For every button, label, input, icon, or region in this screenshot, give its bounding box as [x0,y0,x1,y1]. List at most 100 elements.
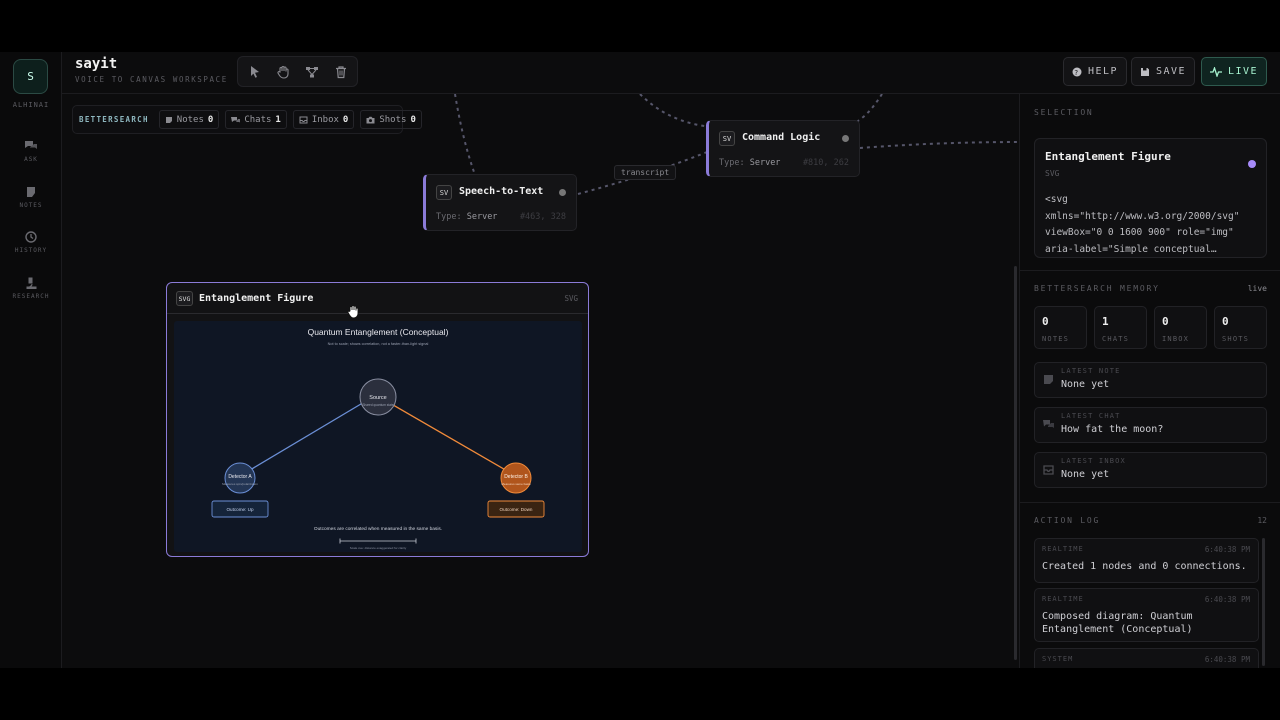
outcome-b-label: Outcome: Down [500,507,533,512]
rail-notes-button[interactable]: NOTES [0,186,62,209]
letterbox-bottom [0,668,1280,720]
log-entry: SYSTEM 6:40:38 PM [1034,648,1259,668]
help-button[interactable]: ? HELP [1063,57,1127,86]
chip-inbox[interactable]: Inbox 0 [292,110,355,129]
node-command-logic[interactable]: SV Command Logic Type: Server #810, 262 [706,120,860,177]
rail-research-label: RESEARCH [12,293,50,300]
live-button[interactable]: LIVE [1201,57,1267,86]
top-bar: sayit VOICE TO CANVAS WORKSPACE ? HELP S… [62,52,1280,94]
trash-icon[interactable] [334,65,348,79]
beam-b [380,397,517,477]
selection-status-dot [1248,160,1256,168]
stat-shots[interactable]: 0 SHOTS [1214,306,1267,349]
action-log-header: ACTION LOG [1034,516,1101,525]
org-name: ALHINAI [12,101,50,109]
latest-note[interactable]: LATEST NOTE None yet [1034,362,1267,398]
selection-card[interactable]: Entanglement Figure SVG <svg xmlns="http… [1034,138,1267,258]
latest-key: LATEST NOTE [1061,367,1121,375]
divider [1020,270,1280,271]
help-icon: ? [1072,67,1082,77]
latest-key: LATEST CHAT [1061,412,1121,420]
divider [1020,502,1280,503]
chip-chats[interactable]: Chats 1 [225,110,287,129]
hand-icon[interactable] [276,65,290,79]
right-sidebar: SELECTION Entanglement Figure SVG <svg x… [1019,94,1280,668]
chip-shots[interactable]: Shots 0 [360,110,422,129]
stat-inbox[interactable]: 0 INBOX [1154,306,1207,349]
node-type: Type: Server [436,212,497,222]
edge-label-transcript: transcript [614,165,677,180]
node-port[interactable] [842,135,849,142]
figure-title: Entanglement Figure [199,293,314,304]
stat-notes[interactable]: 0 NOTES [1034,306,1087,349]
selection-title: Entanglement Figure [1045,150,1171,163]
rail-ask-button[interactable]: ASK [0,140,62,163]
latest-chat[interactable]: LATEST CHAT How fat the moon? [1034,407,1267,443]
selection-header: SELECTION [1034,108,1094,117]
help-label: HELP [1087,66,1119,77]
canvas-scrollbar[interactable] [1014,266,1017,660]
rail-history-label: HISTORY [14,247,48,254]
log-text: Created 1 nodes and 0 connections. [1042,561,1247,572]
chip-notes-count: 0 [207,114,214,125]
latest-inbox[interactable]: LATEST INBOX None yet [1034,452,1267,488]
chip-chats-label: Chats [244,114,272,125]
log-entry: REALTIME 6:40:38 PM Created 1 nodes and … [1034,538,1259,583]
pointer-icon[interactable] [248,65,262,79]
node-type-value: Server [749,158,781,168]
selection-code-preview: <svg xmlns="http://www.w3.org/2000/svg" … [1045,194,1240,255]
chat-bubbles-icon [231,116,241,122]
inbox-icon [299,116,308,123]
memory-status: live [1247,284,1267,293]
live-label: LIVE [1227,66,1259,77]
node-coords: #810, 262 [802,158,849,168]
chip-notes[interactable]: Notes 0 [158,110,220,129]
log-time: 6:40:38 PM [1204,545,1250,554]
chip-shots-count: 0 [410,114,416,125]
save-button[interactable]: SAVE [1131,57,1195,86]
latest-value: How fat the moon? [1061,424,1164,435]
latest-key: LATEST INBOX [1061,457,1126,465]
stat-value: 0 [1162,315,1169,328]
detector-b-sublabel: Measures same basis [501,482,531,486]
note-icon [165,116,172,123]
node-port[interactable] [559,189,566,196]
latest-value: None yet [1061,469,1110,480]
log-kind: REALTIME [1042,545,1084,553]
chip-chats-count: 1 [275,114,281,125]
figure-preview: Quantum Entanglement (Conceptual) Not to… [174,321,582,552]
bettersearch-label: BETTERSEARCH [79,115,149,124]
node-entanglement-figure[interactable]: SVG Entanglement Figure SVG Quantum Enta… [166,282,589,557]
source-label: Source [369,395,386,401]
latest-value: None yet [1061,379,1110,390]
detector-a-label: Detector A [228,474,252,480]
chip-inbox-label: Inbox [311,114,339,125]
camera-icon [366,116,375,123]
diagram-title: Quantum Entanglement (Conceptual) [308,327,449,337]
canvas-tools [237,56,358,87]
entanglement-diagram: Quantum Entanglement (Conceptual) Not to… [211,327,545,550]
log-time: 6:40:38 PM [1204,655,1250,664]
node-speech-to-text[interactable]: SV Speech-to-Text Type: Server #463, 328 [423,174,577,231]
node-type-key: Type: [436,212,462,222]
rail-research-button[interactable]: RESEARCH [0,277,62,300]
detector-a-sublabel: Measures spin/polarization [222,482,258,486]
node-type: Type: Server [719,158,780,168]
detector-b-label: Detector B [504,474,528,480]
rail-history-button[interactable]: HISTORY [0,231,62,254]
inbox-icon [1043,465,1054,475]
action-log-scrollbar[interactable] [1262,538,1265,666]
node-coords: #463, 328 [519,212,566,222]
figure-type-tag: SVG [564,294,578,303]
stat-value: 0 [1222,315,1229,328]
avatar[interactable]: S [13,59,48,94]
stat-chats[interactable]: 1 CHATS [1094,306,1147,349]
figure-node-header[interactable]: SVG Entanglement Figure SVG [167,283,588,314]
selection-type: SVG [1045,169,1060,178]
node-title: Speech-to-Text [459,186,544,197]
stat-value: 0 [1042,315,1049,328]
app-title: sayit [75,56,118,72]
connect-icon[interactable] [305,65,319,79]
log-entry: REALTIME 6:40:38 PM Composed diagram: Qu… [1034,588,1259,642]
note-icon [27,187,35,197]
